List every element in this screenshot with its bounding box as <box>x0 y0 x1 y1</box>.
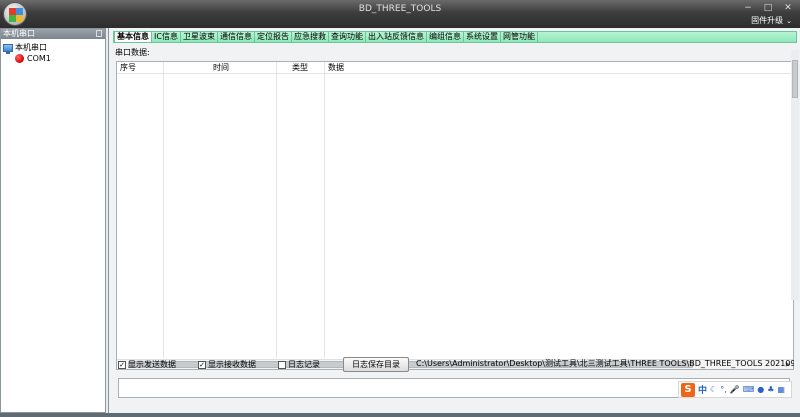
column-header-index[interactable]: 序号 <box>117 62 165 73</box>
main-panel: 基本信息 IC信息 卫星波束 通信信息 定位报告 应急搜救 查询功能 出入站反馈… <box>108 28 800 413</box>
grid-header: 序号 时间 类型 数据 <box>117 62 793 74</box>
grid-column-lines <box>117 62 793 358</box>
microphone-icon[interactable]: 🎤 <box>730 385 740 394</box>
tab-system-settings[interactable]: 系统设置 <box>464 32 501 42</box>
tab-emergency-rescue[interactable]: 应急搜救 <box>292 32 329 42</box>
chevron-down-icon: ⌄ <box>786 17 792 25</box>
checkmark-icon: ✓ <box>198 360 206 369</box>
tree-root-label: 本机串口 <box>15 43 47 52</box>
log-record-label: 日志记录 <box>288 360 320 369</box>
log-directory-button[interactable]: 日志保存目录 <box>343 357 409 372</box>
moon-icon[interactable]: ☾ <box>710 385 717 394</box>
tree-root[interactable]: 本机串口 <box>3 42 103 54</box>
vertical-scroll-thumb[interactable] <box>792 60 798 98</box>
tab-satellite-beam[interactable]: 卫星波束 <box>181 32 218 42</box>
tab-ic-info[interactable]: IC信息 <box>152 32 181 42</box>
show-receive-label: 显示接收数据 <box>208 360 256 369</box>
tab-communication-info[interactable]: 通信信息 <box>218 32 255 42</box>
column-header-type[interactable]: 类型 <box>277 62 325 73</box>
menu-strip: 固件升级 ⌄ <box>0 13 800 28</box>
keyboard-icon[interactable]: ⌨ <box>743 385 755 394</box>
vertical-scrollbar[interactable] <box>791 50 799 300</box>
tab-query[interactable]: 查询功能 <box>329 32 366 42</box>
punctuation-icon[interactable]: °, <box>720 385 727 394</box>
log-record-checkbox[interactable]: 日志记录 <box>278 359 320 370</box>
port-panel: 本机串口 本机串口 COM1 <box>0 28 106 413</box>
serial-data-label: 串口数据: <box>115 48 150 57</box>
checkmark-icon: ✓ <box>118 360 126 369</box>
toolbox-icon[interactable]: ▦ <box>777 385 785 394</box>
minimize-button[interactable]: − <box>742 3 754 13</box>
show-send-label: 显示发送数据 <box>128 360 176 369</box>
tab-group-info[interactable]: 编组信息 <box>427 32 464 42</box>
port-panel-header: 本机串口 <box>1 29 105 39</box>
computer-icon <box>3 43 13 54</box>
port-status-icon <box>15 54 24 63</box>
show-receive-checkbox[interactable]: ✓ 显示接收数据 <box>198 359 256 370</box>
options-row: ✓ 显示发送数据 ✓ 显示接收数据 日志记录 日志保存目录 <box>118 357 409 372</box>
ime-toolbar: S 中 ☾ °, 🎤 ⌨ ● ♣ ▦ <box>678 381 792 398</box>
status-bar <box>0 413 800 417</box>
port-label: COM1 <box>27 54 51 63</box>
port-tree: 本机串口 COM1 <box>1 39 105 67</box>
title-bar: BD_THREE_TOOLS − □ ✕ 固件升级 ⌄ <box>0 0 800 28</box>
column-header-data[interactable]: 数据 <box>325 62 385 73</box>
firmware-upgrade-menu[interactable]: 固件升级 ⌄ <box>751 15 792 26</box>
pin-icon[interactable] <box>96 30 102 37</box>
window-controls: − □ ✕ <box>742 3 794 13</box>
close-button[interactable]: ✕ <box>782 3 794 13</box>
ime-mode-toggle[interactable]: 中 <box>698 383 707 396</box>
sogou-logo-icon[interactable]: S <box>681 382 695 397</box>
tab-position-report[interactable]: 定位报告 <box>255 32 292 42</box>
port-panel-title: 本机串口 <box>3 29 35 38</box>
serial-data-grid[interactable]: 序号 时间 类型 数据 ◀ ▶ <box>116 61 794 370</box>
log-path-text: C:\Users\Administrator\Desktop\测试工具\北三测试… <box>416 359 794 368</box>
tab-network-management[interactable]: 网管功能 <box>501 32 538 42</box>
tab-station-feedback[interactable]: 出入站反馈信息 <box>366 32 427 42</box>
maximize-button[interactable]: □ <box>762 3 774 13</box>
checkbox-empty-icon <box>278 360 286 369</box>
tree-item-com1[interactable]: COM1 <box>3 53 103 64</box>
show-send-checkbox[interactable]: ✓ 显示发送数据 <box>118 359 176 370</box>
firmware-upgrade-label: 固件升级 <box>751 16 784 25</box>
column-header-time[interactable]: 时间 <box>165 62 277 73</box>
tab-basic-info[interactable]: 基本信息 <box>114 31 152 43</box>
tab-bar: 基本信息 IC信息 卫星波束 通信信息 定位报告 应急搜救 查询功能 出入站反馈… <box>113 31 797 43</box>
skin-icon[interactable]: ♣ <box>767 385 774 394</box>
user-icon[interactable]: ● <box>757 385 764 394</box>
